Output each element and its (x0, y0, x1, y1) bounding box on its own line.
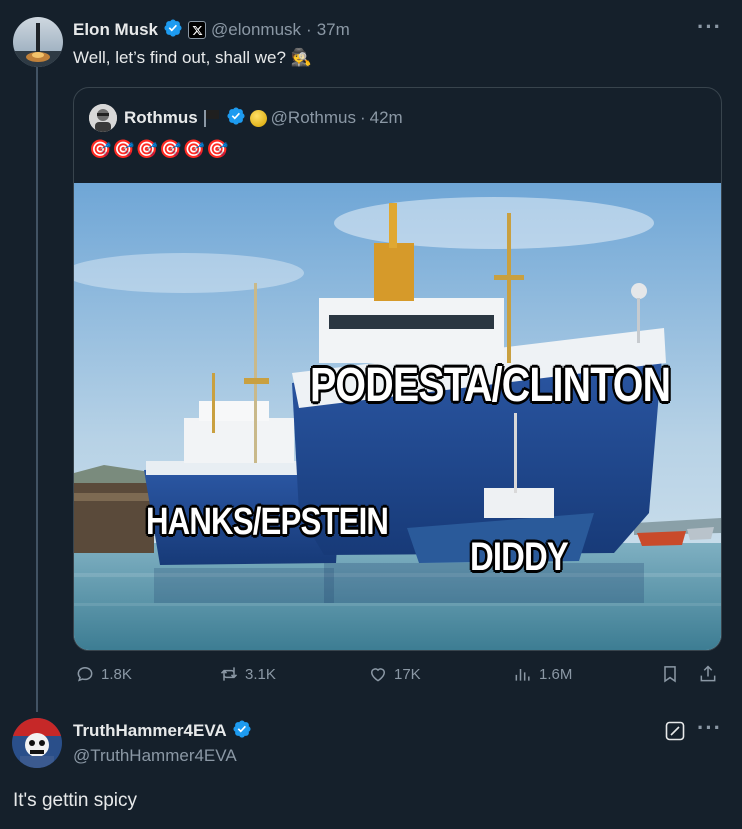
grok-icon[interactable] (665, 721, 685, 741)
views-button[interactable]: 1.6M (513, 664, 572, 684)
reply-button[interactable]: 1.8K (75, 664, 132, 684)
reply-icon (77, 666, 93, 682)
quoted-tweet-text: 🎯🎯🎯🎯🎯🎯 (89, 139, 230, 159)
reply-verified-badge-icon (232, 719, 252, 744)
reply-count: 1.8K (101, 665, 132, 683)
repost-button[interactable]: 3.1K (219, 664, 276, 684)
share-button[interactable] (698, 664, 718, 684)
more-dots-icon[interactable]: ··· (697, 14, 722, 40)
quoted-tweet-time: 42m (369, 108, 403, 127)
views-count: 1.6M (539, 665, 573, 683)
quoted-tweet-card[interactable]: Rothmus @Rothmus · 42m 🎯🎯🎯🎯🎯🎯 PODESTA/CL… (73, 87, 722, 651)
like-button[interactable]: 17K (368, 664, 421, 684)
main-tweet-header: Elon Musk @elonmusk · 37m (73, 18, 350, 43)
reply-header: TruthHammer4EVA (73, 719, 252, 744)
quoted-verified-badge-icon (226, 106, 246, 131)
heart-icon (370, 668, 386, 682)
x-affiliate-icon (188, 21, 207, 39)
quoted-author-name: Rothmus (124, 108, 198, 127)
gold-affiliate-icon (249, 109, 267, 127)
elon-avatar[interactable] (13, 17, 63, 67)
quoted-header: Rothmus @Rothmus · 42m (124, 106, 403, 131)
truthhammer-avatar[interactable] (12, 718, 62, 768)
main-tweet-text: Well, let’s find out, shall we? 🕵️ (73, 48, 312, 67)
meme-image[interactable]: PODESTA/CLINTON HANKS/EPSTEIN DIDDY (74, 183, 721, 650)
rothmus-avatar (89, 104, 117, 132)
author-handle[interactable]: @elonmusk (211, 20, 301, 40)
verified-badge-icon (163, 18, 183, 43)
reply-author-name[interactable]: TruthHammer4EVA (73, 721, 227, 741)
quoted-author-handle: @Rothmus (270, 108, 356, 127)
flag-icon (202, 109, 222, 127)
share-icon (700, 665, 716, 682)
thread-connector-line (36, 66, 38, 712)
bookmark-icon (664, 666, 676, 683)
reply-text: It's gettin spicy (13, 790, 138, 811)
meme-label-small-boat: DIDDY (470, 535, 569, 579)
quoted-header-separator: · (359, 108, 366, 127)
reply-more-dots-icon[interactable]: ··· (697, 715, 722, 741)
reply-author-handle[interactable]: @TruthHammer4EVA (73, 746, 237, 766)
author-name[interactable]: Elon Musk (73, 20, 158, 40)
tweet-time[interactable]: 37m (317, 20, 350, 40)
views-chart-icon (515, 669, 530, 681)
header-separator: · (306, 20, 312, 39)
repost-count: 3.1K (245, 665, 276, 683)
like-count: 17K (394, 665, 421, 683)
repost-icon (220, 667, 238, 681)
bookmark-button[interactable] (660, 664, 680, 684)
meme-label-mid-ship: HANKS/EPSTEIN (146, 501, 389, 543)
meme-label-big-ship: PODESTA/CLINTON (310, 359, 671, 412)
